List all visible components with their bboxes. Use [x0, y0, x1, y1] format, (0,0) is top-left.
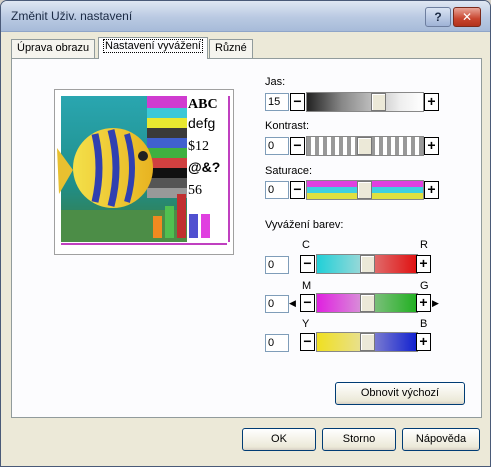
saturation-plus-button[interactable]: + [424, 181, 439, 199]
help-button[interactable]: Nápověda [402, 428, 480, 451]
cyan-red-plus-button[interactable]: + [416, 255, 431, 273]
cyan-red-slider[interactable] [316, 254, 418, 274]
tab-misc[interactable]: Různé [209, 39, 253, 58]
preview-text-abc: ABC [188, 97, 218, 112]
saturation-label: Saturace: [265, 165, 313, 177]
green-label: G [420, 280, 429, 292]
help-title-button[interactable]: ? [425, 7, 451, 27]
contrast-slider-thumb[interactable] [357, 137, 372, 155]
cyan-red-minus-button[interactable]: − [300, 255, 315, 273]
magenta-green-slider[interactable] [316, 293, 418, 313]
preview-text-price: $12 [188, 139, 209, 154]
cyan-red-value-field[interactable]: 0 [265, 256, 289, 274]
balance-right-arrow-icon: ▶ [432, 298, 439, 308]
saturation-minus-button[interactable]: − [290, 181, 305, 199]
yellow-blue-slider[interactable] [316, 332, 418, 352]
saturation-slider[interactable] [306, 180, 424, 200]
preview-text-number: 56 [188, 183, 202, 198]
brightness-label: Jas: [265, 76, 286, 88]
close-icon: ✕ [461, 10, 473, 24]
brightness-minus-button[interactable]: − [290, 93, 305, 111]
preview-text-symbols: @&? [188, 159, 220, 175]
cyan-label: C [302, 239, 310, 251]
reset-defaults-button[interactable]: Obnovit výchozí [335, 382, 465, 405]
magenta-green-value-field[interactable]: 0 [265, 295, 289, 313]
cyan-red-slider-thumb[interactable] [360, 255, 375, 273]
brightness-slider[interactable] [306, 92, 424, 112]
contrast-minus-button[interactable]: − [290, 137, 305, 155]
yellow-blue-plus-button[interactable]: + [416, 333, 431, 351]
saturation-value-field[interactable]: 0 [265, 181, 289, 199]
title-bar: Změnit Uživ. nastavení ? ✕ [1, 1, 490, 32]
magenta-green-slider-thumb[interactable] [360, 294, 375, 312]
preview-text-defg: defg [188, 115, 215, 131]
yellow-blue-slider-thumb[interactable] [360, 333, 375, 351]
tab-label: Nastavení vyvážení [103, 39, 203, 53]
ok-button[interactable]: OK [242, 428, 316, 451]
tab-panel: ABC defg $12 @&? 56 Jas: 15 − + Kontrast… [11, 58, 482, 418]
brightness-plus-button[interactable]: + [424, 93, 439, 111]
contrast-slider[interactable] [306, 136, 424, 156]
tab-label: Úprava obrazu [17, 42, 90, 54]
brightness-value-field[interactable]: 15 [265, 93, 289, 111]
dialog-window: Změnit Uživ. nastavení ? ✕ Úprava obrazu… [0, 0, 491, 467]
contrast-value-field[interactable]: 0 [265, 137, 289, 155]
contrast-label: Kontrast: [265, 120, 310, 132]
brightness-slider-thumb[interactable] [371, 93, 386, 111]
balance-left-arrow-icon: ◀ [289, 298, 296, 308]
yellow-label: Y [302, 318, 310, 330]
magenta-green-minus-button[interactable]: − [300, 294, 315, 312]
tab-label: Různé [215, 42, 247, 54]
contrast-plus-button[interactable]: + [424, 137, 439, 155]
blue-label: B [420, 318, 428, 330]
close-button[interactable]: ✕ [453, 7, 481, 27]
yellow-blue-minus-button[interactable]: − [300, 333, 315, 351]
magenta-label: M [302, 280, 312, 292]
color-balance-label: Vyvážení barev: [265, 219, 344, 231]
window-title: Změnit Uživ. nastavení [11, 9, 133, 23]
magenta-green-plus-button[interactable]: + [416, 294, 431, 312]
preview-image: ABC defg $12 @&? 56 [54, 89, 234, 255]
cancel-button[interactable]: Storno [322, 428, 396, 451]
saturation-slider-thumb[interactable] [357, 181, 372, 199]
yellow-blue-value-field[interactable]: 0 [265, 334, 289, 352]
preview-artwork: ABC defg $12 @&? 56 [57, 96, 230, 245]
tab-balance-settings[interactable]: Nastavení vyvážení [98, 37, 208, 59]
tab-image-adjust[interactable]: Úprava obrazu [11, 39, 96, 58]
red-label: R [420, 239, 428, 251]
